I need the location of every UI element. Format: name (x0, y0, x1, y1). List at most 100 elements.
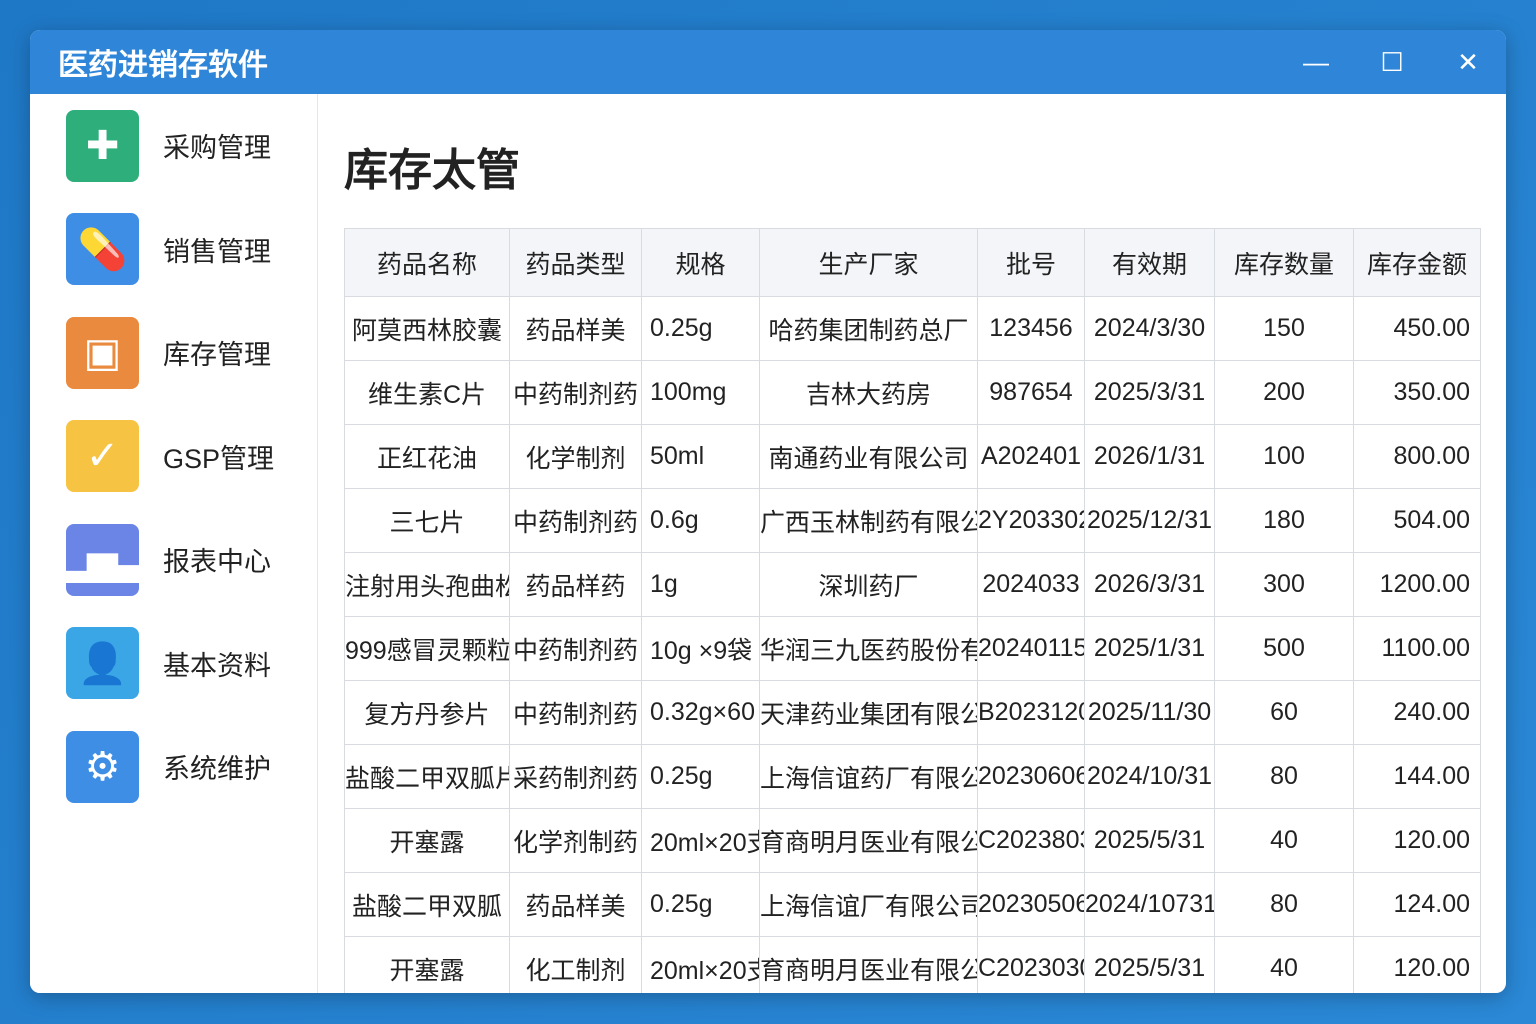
table-cell: 哈药集团制药总厂 (759, 296, 978, 361)
column-header[interactable]: 库存数量 (1214, 228, 1354, 297)
table-cell: 吉林大药房 (759, 360, 978, 425)
table-cell: 504.00 (1353, 488, 1481, 553)
column-header[interactable]: 有效期 (1084, 228, 1215, 297)
sidebar: ✚ 采购管理 💊 销售管理 ▣ 库存管理 ✓ GSP管理 ▂▅▃ 报表中心 👤 基本资料 ⚙ 系统维护 (30, 94, 318, 993)
table-row[interactable]: 注射用头孢曲松钠药品样药1g深圳药厂20240332026/3/31300120… (344, 552, 1481, 617)
table-cell: C20238031 (977, 808, 1085, 873)
table-row[interactable]: 开塞露化工制剂20ml×20支育商明月医业有限公司C202303012025/5… (344, 936, 1481, 993)
close-button[interactable]: ✕ (1430, 30, 1506, 94)
table-cell: 0.25g (641, 744, 760, 809)
table-cell: 复方丹参片 (344, 680, 510, 745)
table-cell: 987654 (977, 360, 1085, 425)
table-row[interactable]: 复方丹参片中药制剂药0.32g×60天津药业集团有限公司B20231201202… (344, 680, 1481, 745)
gear-icon: ⚙ (66, 730, 139, 803)
table-row[interactable]: 盐酸二甲双胍药品样美0.25g上海信谊厂有限公司2023050672024/10… (344, 872, 1481, 937)
sidebar-item-label: GSP管理 (163, 443, 275, 474)
table-row[interactable]: 正红花油 化学制剂 50ml 南通药业有限公司 A202401 2026/1/31 100 8… (344, 424, 1481, 489)
sidebar-item-label: 销售管理 (163, 236, 271, 267)
table-row[interactable]: 盐酸二甲双胍片采药制剂药0.25g上海信谊药厂有限公司2023060672024… (344, 744, 1481, 809)
table-cell: 1200.00 (1353, 552, 1481, 617)
bar-chart-icon: ▂▅▃ (56, 523, 149, 596)
table-cell: 深圳药厂 (759, 552, 978, 617)
table-cell: C20230301 (977, 936, 1085, 993)
table-cell: 144.00 (1353, 744, 1481, 809)
sidebar-item-2[interactable]: ▣ 库存管理 (30, 301, 317, 405)
table-cell: 20ml×20支 (641, 936, 760, 993)
table-row[interactable]: 开塞露化学剂制药20ml×20支育商明月医业有限公司C202380312025/… (344, 808, 1481, 873)
table-cell: 0.25g (641, 296, 760, 361)
table-row[interactable]: 阿莫西林胶囊 药品样美 0.25g 哈药集团制药总厂 123456 2024/3/30 15… (344, 296, 1481, 361)
table-cell: 上海信谊药厂有限公司 (759, 744, 978, 809)
table-cell: 200 (1214, 360, 1354, 425)
table-cell: 50ml (641, 424, 760, 489)
table-cell: 180 (1214, 488, 1354, 553)
table-cell: 2024033 (977, 552, 1085, 617)
sidebar-item-4[interactable]: ▂▅▃ 报表中心 (30, 508, 317, 612)
app-window: 医药进销存软件 — ☐ ✕ ✚ 采购管理 💊 销售管理 ▣ 库存管理 ✓ GSP管理 ▂▅▃ 报表… (30, 30, 1506, 993)
minimize-button[interactable]: — (1278, 30, 1354, 94)
table-header: 药品名称 药品类型 规格 生产厂家 批号 有效期 库存数量 库存金额 (344, 228, 1481, 297)
maximize-button[interactable]: ☐ (1354, 30, 1430, 94)
table-cell: 华润三九医药股份有限公司 (759, 616, 978, 681)
table-cell: 500 (1214, 616, 1354, 681)
table-cell: 350.00 (1353, 360, 1481, 425)
table-cell: 0.32g×60 (641, 680, 760, 745)
window-title: 医药进销存软件 (58, 49, 268, 82)
table-cell: 80 (1214, 872, 1354, 937)
column-header[interactable]: 药品类型 (509, 228, 642, 297)
sidebar-item-1[interactable]: 💊 销售管理 (30, 198, 317, 302)
plus-icon: ✚ (66, 109, 139, 182)
column-header[interactable]: 药品名称 (344, 228, 510, 297)
table-cell: 2024/10/31 (1084, 744, 1215, 809)
sidebar-item-0[interactable]: ✚ 采购管理 (30, 94, 317, 198)
table-cell: 药品样美 (509, 872, 642, 937)
column-header[interactable]: 批号 (977, 228, 1085, 297)
table-cell: 正红花油 (344, 424, 510, 489)
table-row[interactable]: 维生素C片 中药制剂药 100mg 吉林大药房 987654 2025/3/31 200 35… (344, 360, 1481, 425)
table-cell: 40 (1214, 808, 1354, 873)
table-cell: 2025/12/31 (1084, 488, 1215, 553)
table-row[interactable]: 999感冒灵颗粒中药制剂药10g ×9袋华润三九医药股份有限公司20240115… (344, 616, 1481, 681)
table-cell: 300 (1214, 552, 1354, 617)
table-cell: 2025/3/31 (1084, 360, 1215, 425)
table-cell: 化学制剂 (509, 424, 642, 489)
table-cell: 123456 (977, 296, 1085, 361)
sidebar-item-5[interactable]: 👤 基本资料 (30, 612, 317, 716)
table-cell: 中药制剂药 (509, 488, 642, 553)
table-cell: 2Y2033021 (977, 488, 1085, 553)
column-header[interactable]: 生产厂家 (759, 228, 978, 297)
sidebar-item-3[interactable]: ✓ GSP管理 (30, 405, 317, 509)
table-cell: 120.00 (1353, 808, 1481, 873)
table-cell: 中药制剂药 (509, 680, 642, 745)
table-cell: 2026/3/31 (1084, 552, 1215, 617)
table-cell: 天津药业集团有限公司 (759, 680, 978, 745)
table-cell: 100mg (641, 360, 760, 425)
table-row[interactable]: 三七片中药制剂药0.6g广西玉林制药有限公司2Y20330212025/12/3… (344, 488, 1481, 553)
table-cell: 999感冒灵颗粒 (344, 616, 510, 681)
table-cell: 60 (1214, 680, 1354, 745)
table-cell: 2024/10731 (1084, 872, 1215, 937)
inventory-table: 药品名称 药品类型 规格 生产厂家 批号 有效期 库存数量 库存金额 阿莫西林胶囊 药品样美 0.… (344, 228, 1481, 993)
sidebar-item-label: 基本资料 (163, 650, 271, 681)
table-cell: 124.00 (1353, 872, 1481, 937)
column-header[interactable]: 库存金额 (1353, 228, 1481, 297)
table-cell: 1100.00 (1353, 616, 1481, 681)
table-cell: 中药制剂药 (509, 360, 642, 425)
table-cell: 盐酸二甲双胍片 (344, 744, 510, 809)
table-cell: B20231201 (977, 680, 1085, 745)
table-cell: 40 (1214, 936, 1354, 993)
main-content: 库存太管 药品名称 药品类型 规格 生产厂家 批号 有效期 库存数量 库存金额 阿莫西林胶囊药… (344, 94, 1506, 993)
table-cell: 化工制剂 (509, 936, 642, 993)
table-cell: 注射用头孢曲松钠 (344, 552, 510, 617)
sidebar-item-label: 报表中心 (163, 547, 271, 578)
table-cell: 450.00 (1353, 296, 1481, 361)
table-cell: 开塞露 (344, 808, 510, 873)
column-header[interactable]: 规格 (641, 228, 760, 297)
table-cell: 育商明月医业有限公司 (759, 808, 978, 873)
table-cell: 20ml×20支 (641, 808, 760, 873)
table-cell: A202401 (977, 424, 1085, 489)
sidebar-item-6[interactable]: ⚙ 系统维护 (30, 715, 317, 819)
table-cell: 维生素C片 (344, 360, 510, 425)
table-cell: 化学剂制药 (509, 808, 642, 873)
table-cell: 2025/5/31 (1084, 936, 1215, 993)
